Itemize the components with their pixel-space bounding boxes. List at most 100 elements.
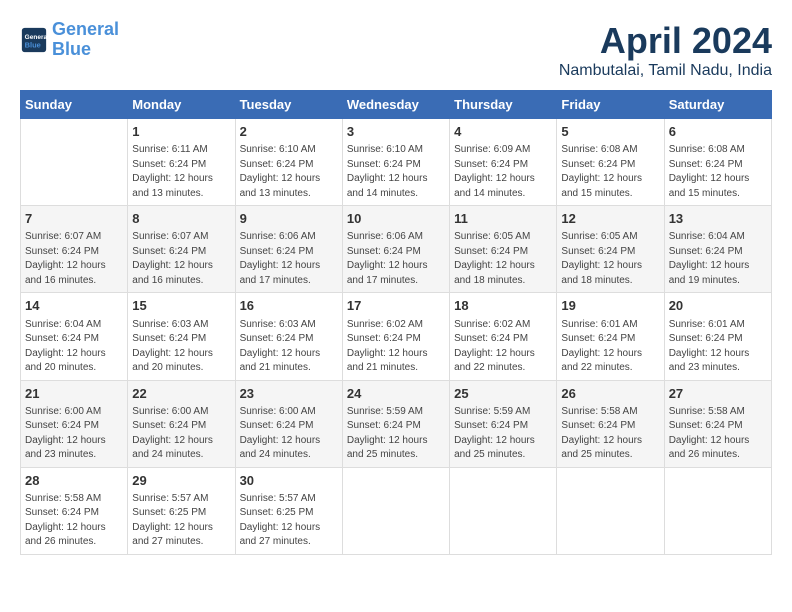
day-number: 6	[669, 123, 767, 141]
table-row: 16 Sunrise: 6:03 AM Sunset: 6:24 PM Dayli…	[235, 293, 342, 380]
table-row: 21Sunrise: 6:00 AM Sunset: 6:24 PM Dayli…	[21, 380, 128, 467]
day-info: Sunrise: 5:57 AM Sunset: 6:25 PM Dayligh…	[132, 492, 230, 550]
day-info: Sunrise: 6:06 AM Sunset: 6:24 PM Dayligh…	[347, 230, 445, 288]
calendar-week-row: 1 Sunrise: 6:11 AM Sunset: 6:24 PM Daylig…	[21, 119, 772, 206]
table-row	[342, 467, 449, 554]
day-info: Sunrise: 6:08 AM Sunset: 6:24 PM Dayligh…	[669, 143, 767, 201]
col-wednesday: Wednesday	[342, 91, 449, 119]
calendar-header-row: Sunday Monday Tuesday Wednesday Thursday…	[21, 91, 772, 119]
day-info: Sunrise: 6:03 AM Sunset: 6:24 PM Dayligh…	[132, 318, 230, 376]
table-row: 11 Sunrise: 6:05 AM Sunset: 6:24 PM Dayli…	[450, 206, 557, 293]
table-row	[664, 467, 771, 554]
day-info: Sunrise: 6:04 AM Sunset: 6:24 PM Dayligh…	[669, 230, 767, 288]
day-info: Sunrise: 6:02 AM Sunset: 6:24 PM Dayligh…	[454, 318, 552, 376]
table-row: 22 Sunrise: 6:00 AM Sunset: 6:24 PM Dayli…	[128, 380, 235, 467]
table-row: 4Sunrise: 6:09 AM Sunset: 6:24 PM Daylig…	[450, 119, 557, 206]
day-number: 7	[25, 210, 123, 228]
col-saturday: Saturday	[664, 91, 771, 119]
table-row: 15 Sunrise: 6:03 AM Sunset: 6:24 PM Dayli…	[128, 293, 235, 380]
table-row: 13 Sunrise: 6:04 AM Sunset: 6:24 PM Dayli…	[664, 206, 771, 293]
table-row: 30 Sunrise: 5:57 AM Sunset: 6:25 PM Dayli…	[235, 467, 342, 554]
day-number: 22	[132, 385, 230, 403]
day-info: Sunrise: 5:59 AM Sunset: 6:24 PM Dayligh…	[454, 405, 552, 463]
day-number: 24	[347, 385, 445, 403]
day-info: Sunrise: 6:10 AM Sunset: 6:24 PM Dayligh…	[240, 143, 338, 201]
table-row: 7 Sunrise: 6:07 AM Sunset: 6:24 PM Daylig…	[21, 206, 128, 293]
table-row: 3Sunrise: 6:10 AM Sunset: 6:24 PM Daylig…	[342, 119, 449, 206]
title-area: April 2024 Nambutalai, Tamil Nadu, India	[559, 20, 772, 80]
table-row: 10 Sunrise: 6:06 AM Sunset: 6:24 PM Dayli…	[342, 206, 449, 293]
svg-text:Blue: Blue	[25, 40, 41, 49]
table-row: 8 Sunrise: 6:07 AM Sunset: 6:24 PM Daylig…	[128, 206, 235, 293]
day-number: 23	[240, 385, 338, 403]
day-info: Sunrise: 6:07 AM Sunset: 6:24 PM Dayligh…	[132, 230, 230, 288]
table-row: 1 Sunrise: 6:11 AM Sunset: 6:24 PM Daylig…	[128, 119, 235, 206]
day-number: 14	[25, 297, 123, 315]
day-number: 9	[240, 210, 338, 228]
day-info: Sunrise: 6:00 AM Sunset: 6:24 PM Dayligh…	[132, 405, 230, 463]
table-row: 2 Sunrise: 6:10 AM Sunset: 6:24 PM Daylig…	[235, 119, 342, 206]
table-row: 23 Sunrise: 6:00 AM Sunset: 6:24 PM Dayli…	[235, 380, 342, 467]
col-sunday: Sunday	[21, 91, 128, 119]
day-number: 13	[669, 210, 767, 228]
day-number: 20	[669, 297, 767, 315]
table-row: 19 Sunrise: 6:01 AM Sunset: 6:24 PM Dayli…	[557, 293, 664, 380]
day-number: 2	[240, 123, 338, 141]
logo-text: GeneralBlue	[52, 20, 119, 60]
table-row: 18 Sunrise: 6:02 AM Sunset: 6:24 PM Dayli…	[450, 293, 557, 380]
table-row: 26 Sunrise: 5:58 AM Sunset: 6:24 PM Dayli…	[557, 380, 664, 467]
day-info: Sunrise: 6:00 AM Sunset: 6:24 PM Dayligh…	[240, 405, 338, 463]
calendar-week-row: 7 Sunrise: 6:07 AM Sunset: 6:24 PM Daylig…	[21, 206, 772, 293]
day-number: 18	[454, 297, 552, 315]
day-number: 27	[669, 385, 767, 403]
day-info: Sunrise: 6:05 AM Sunset: 6:24 PM Dayligh…	[561, 230, 659, 288]
day-number: 28	[25, 472, 123, 490]
day-number: 26	[561, 385, 659, 403]
day-info: Sunrise: 6:05 AM Sunset: 6:24 PM Dayligh…	[454, 230, 552, 288]
day-number: 10	[347, 210, 445, 228]
day-number: 16	[240, 297, 338, 315]
day-info: Sunrise: 6:10 AM Sunset: 6:24 PM Dayligh…	[347, 143, 445, 201]
header: General Blue GeneralBlue April 2024 Namb…	[20, 20, 772, 80]
day-number: 21	[25, 385, 123, 403]
table-row	[450, 467, 557, 554]
day-info: Sunrise: 6:08 AM Sunset: 6:24 PM Dayligh…	[561, 143, 659, 201]
calendar-table: Sunday Monday Tuesday Wednesday Thursday…	[20, 90, 772, 555]
table-row: 5 Sunrise: 6:08 AM Sunset: 6:24 PM Daylig…	[557, 119, 664, 206]
table-row: 29Sunrise: 5:57 AM Sunset: 6:25 PM Dayli…	[128, 467, 235, 554]
calendar-week-row: 21 Sunrise: 6:00 AM Sunset: 6:24 PM Dayli…	[21, 380, 772, 467]
logo: General Blue GeneralBlue	[20, 20, 119, 60]
day-info: Sunrise: 6:06 AM Sunset: 6:24 PM Dayligh…	[240, 230, 338, 288]
table-row: 28 Sunrise: 5:58 AM Sunset: 6:24 PM Dayli…	[21, 467, 128, 554]
day-number: 30	[240, 472, 338, 490]
day-number: 8	[132, 210, 230, 228]
col-thursday: Thursday	[450, 91, 557, 119]
day-number: 15	[132, 297, 230, 315]
table-row: 17Sunrise: 6:02 AM Sunset: 6:24 PM Dayli…	[342, 293, 449, 380]
day-info: Sunrise: 6:11 AM Sunset: 6:24 PM Dayligh…	[132, 143, 230, 201]
table-row: 12 Sunrise: 6:05 AM Sunset: 6:24 PM Dayli…	[557, 206, 664, 293]
day-number: 11	[454, 210, 552, 228]
day-info: Sunrise: 5:59 AM Sunset: 6:24 PM Dayligh…	[347, 405, 445, 463]
day-info: Sunrise: 6:03 AM Sunset: 6:24 PM Dayligh…	[240, 318, 338, 376]
day-info: Sunrise: 6:04 AM Sunset: 6:24 PM Dayligh…	[25, 318, 123, 376]
calendar-week-row: 14 Sunrise: 6:04 AM Sunset: 6:24 PM Dayli…	[21, 293, 772, 380]
table-row: 27 Sunrise: 5:58 AM Sunset: 6:24 PM Dayli…	[664, 380, 771, 467]
col-friday: Friday	[557, 91, 664, 119]
calendar-week-row: 28 Sunrise: 5:58 AM Sunset: 6:24 PM Dayli…	[21, 467, 772, 554]
day-info: Sunrise: 6:02 AM Sunset: 6:24 PM Dayligh…	[347, 318, 445, 376]
day-number: 12	[561, 210, 659, 228]
day-number: 19	[561, 297, 659, 315]
day-info: Sunrise: 6:07 AM Sunset: 6:24 PM Dayligh…	[25, 230, 123, 288]
day-info: Sunrise: 5:58 AM Sunset: 6:24 PM Dayligh…	[25, 492, 123, 550]
day-number: 5	[561, 123, 659, 141]
day-number: 1	[132, 123, 230, 141]
day-info: Sunrise: 5:58 AM Sunset: 6:24 PM Dayligh…	[669, 405, 767, 463]
table-row: 24 Sunrise: 5:59 AM Sunset: 6:24 PM Dayli…	[342, 380, 449, 467]
day-info: Sunrise: 6:01 AM Sunset: 6:24 PM Dayligh…	[669, 318, 767, 376]
day-info: Sunrise: 6:01 AM Sunset: 6:24 PM Dayligh…	[561, 318, 659, 376]
day-info: Sunrise: 5:58 AM Sunset: 6:24 PM Dayligh…	[561, 405, 659, 463]
table-row: 14 Sunrise: 6:04 AM Sunset: 6:24 PM Dayli…	[21, 293, 128, 380]
col-tuesday: Tuesday	[235, 91, 342, 119]
day-info: Sunrise: 5:57 AM Sunset: 6:25 PM Dayligh…	[240, 492, 338, 550]
